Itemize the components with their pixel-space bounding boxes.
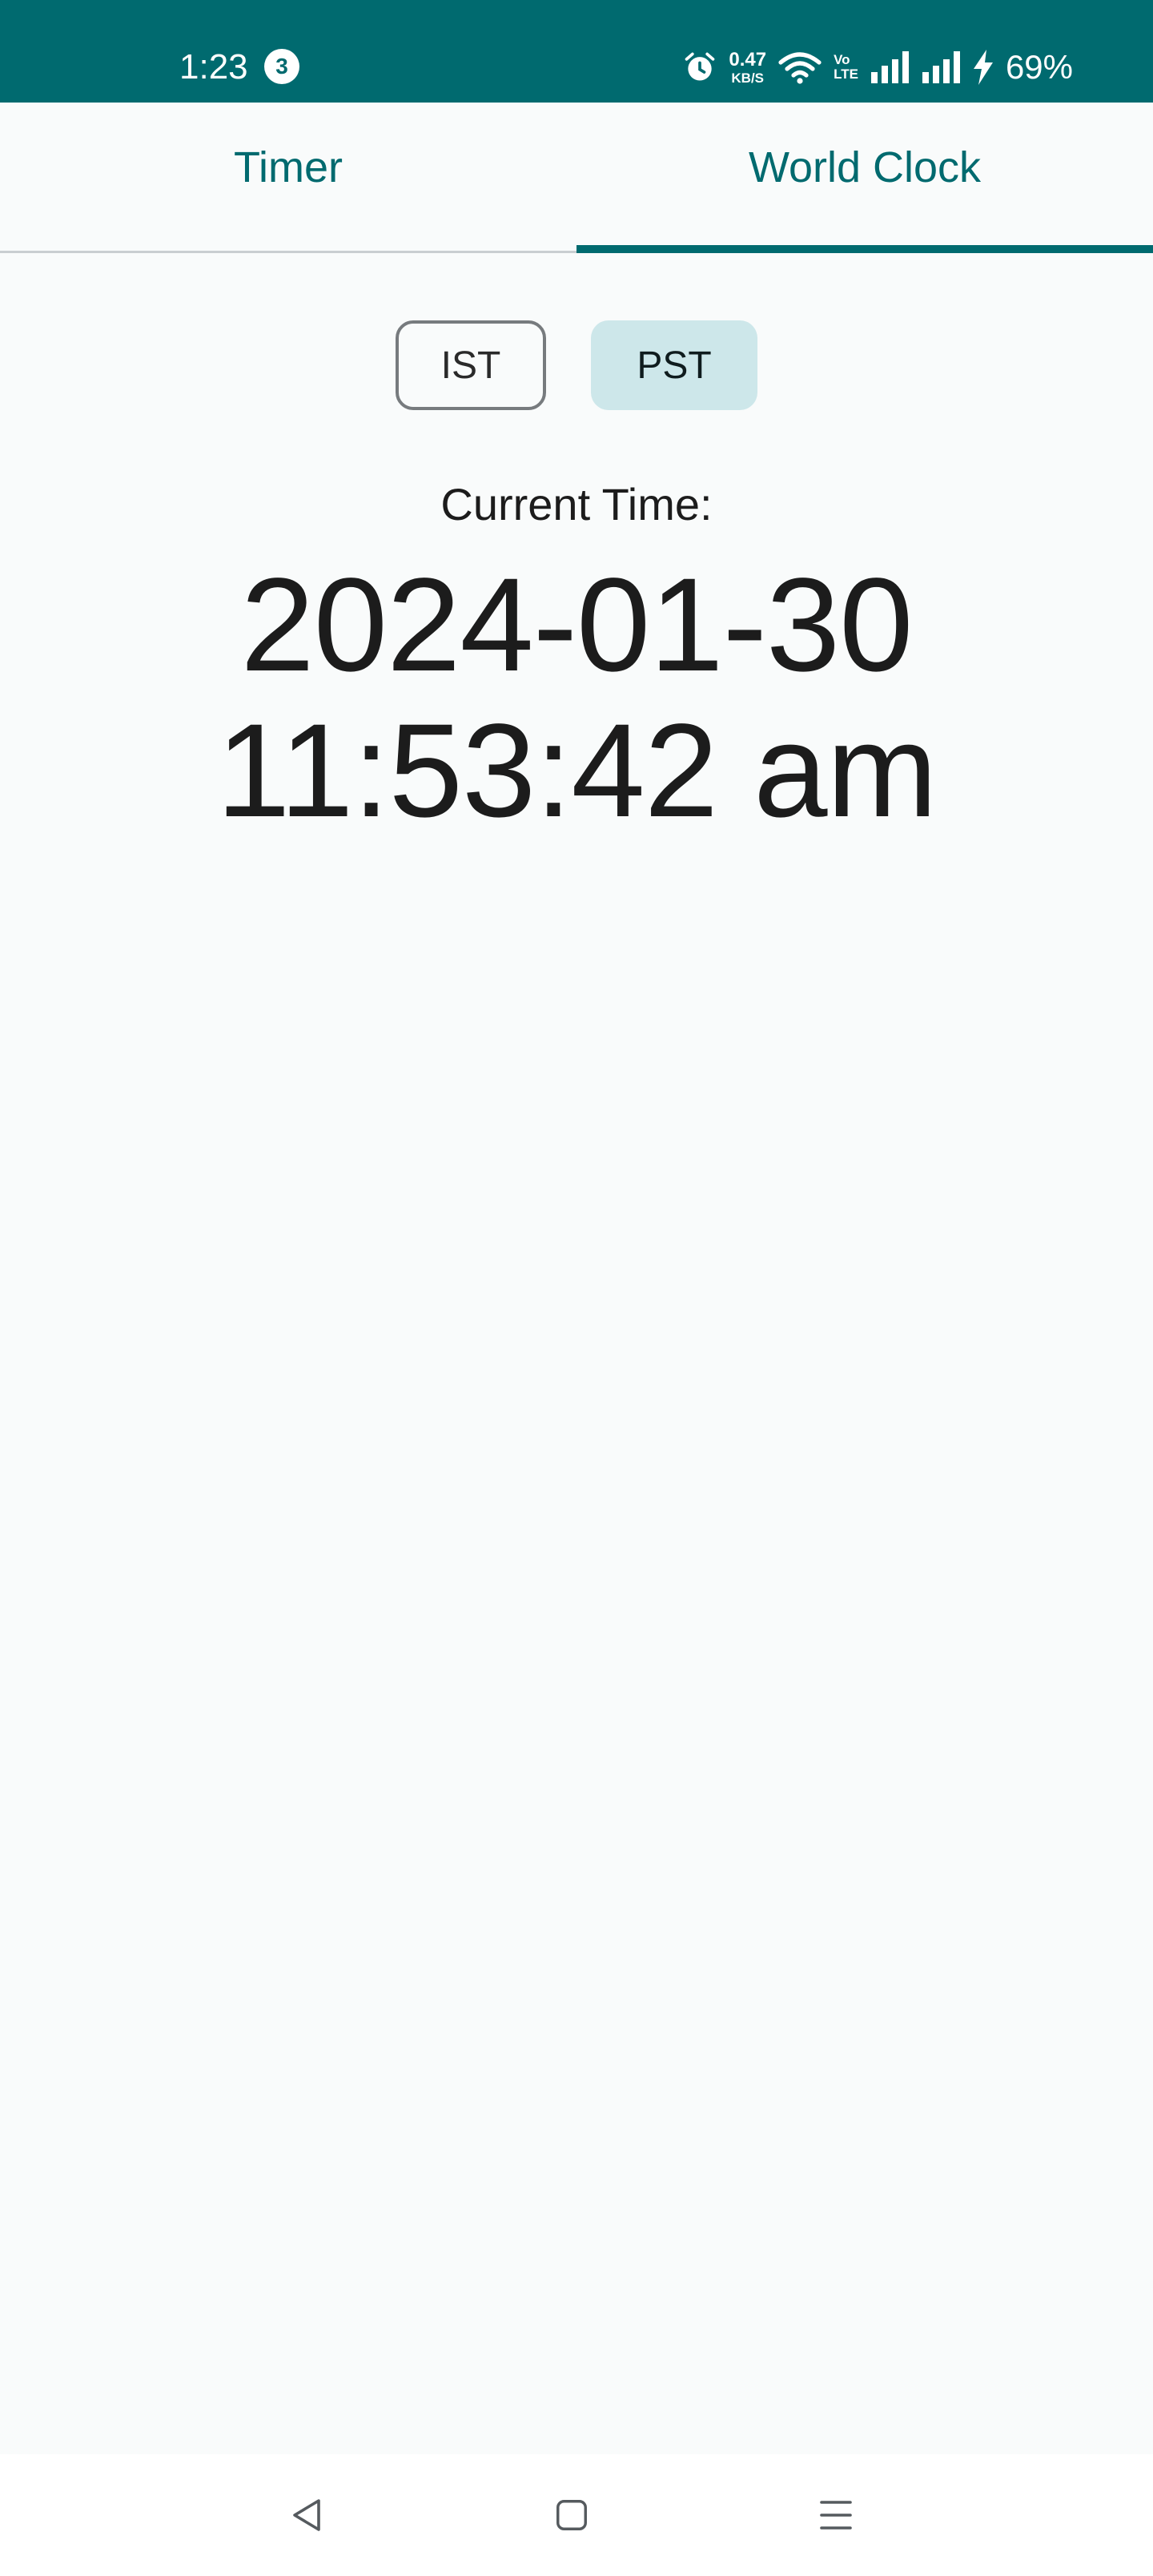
network-speed-unit: KB/S [731,70,765,86]
tab-selected-indicator [576,245,1153,253]
tab-world-clock-label: World Clock [748,143,982,191]
pst-button[interactable]: PST [591,320,757,410]
system-navigation-bar [0,2454,1153,2576]
notification-count-badge: 3 [264,49,299,84]
status-time: 1:23 [179,47,248,87]
tab-timer-label: Timer [234,143,343,191]
ist-button[interactable]: IST [396,320,546,410]
volte-bottom-label: LTE [834,66,858,82]
menu-icon [820,2501,852,2530]
back-button[interactable] [274,2481,341,2549]
status-icons: 0.47 KB/S Vo LTE 69% [682,43,1073,91]
alarm-icon [685,52,715,81]
recents-button[interactable] [802,2481,870,2549]
timezone-selector: IST PST [0,320,1153,410]
charging-icon [973,50,993,85]
current-time-label: Current Time: [440,479,713,529]
wifi-icon [778,52,822,84]
tab-world-clock[interactable]: World Clock [576,103,1153,253]
status-bar: 1:23 3 0.47 KB/S Vo LTE 69% [0,0,1153,103]
back-icon [293,2499,320,2531]
tab-timer[interactable]: Timer [0,103,576,251]
signal-icon [870,51,909,83]
tab-bar: Timer World Clock [0,103,1153,253]
volte-top-label: Vo [834,52,850,68]
home-icon [556,2500,587,2530]
battery-percentage: 69% [1005,48,1073,86]
home-button[interactable] [538,2481,605,2549]
volte-icon: Vo LTE [834,53,858,82]
network-speed: 0.47 KB/S [729,50,766,85]
current-time-text: 11:53:42 am [216,697,938,845]
network-speed-value: 0.47 [729,48,767,70]
current-date-text: 2024-01-30 [240,551,913,699]
current-time-display: 2024-01-30 11:53:42 am [0,553,1153,844]
signal-icon [922,51,960,83]
